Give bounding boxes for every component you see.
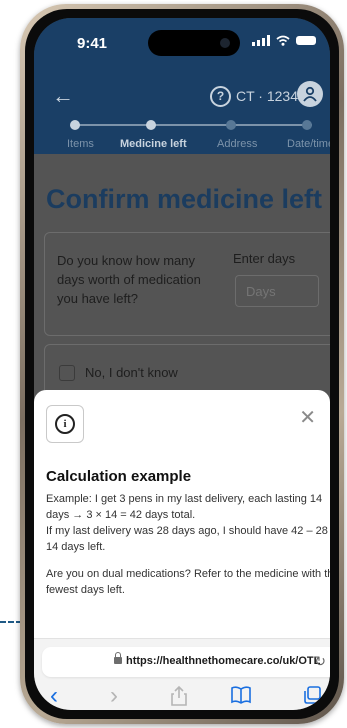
url-text: https://healthnethomecare.co/uk/OTL [126,655,321,667]
days-question: Do you know how many days worth of medic… [57,253,201,306]
days-question-card: Do you know how many days worth of medic… [44,232,330,336]
bottom-sheet: i ✕ Calculation example Example: I get 3… [34,390,330,640]
dont-know-label[interactable]: No, I don't know [85,365,178,380]
close-icon[interactable]: ✕ [299,408,316,428]
page-title: Confirm medicine left [46,184,323,214]
sheet-example-line-2: If my last delivery was 28 days ago, I s… [46,525,330,553]
user-icon [303,86,317,102]
avatar-button[interactable] [297,81,323,107]
status-time: 9:41 [77,35,108,52]
help-icon[interactable]: ? [210,86,231,107]
address-bar[interactable]: https://healthnethomecare.co/uk/OTL ↻ [42,647,330,677]
dynamic-island [148,30,240,56]
phone-bezel: 9:41 ← ? CT · 123456 Items Medicine left… [25,9,339,719]
step-dot-date-time [302,120,312,130]
sheet-dual-note: Are you on dual medications? Refer to th… [46,568,330,596]
tabs-icon[interactable] [302,685,322,705]
back-arrow-icon[interactable]: ← [52,85,74,107]
phone-screen: 9:41 ← ? CT · 123456 Items Medicine left… [34,18,330,710]
step-label-medicine-left: Medicine left [120,138,187,150]
app-header: 9:41 ← ? CT · 123456 Items Medicine left… [34,18,330,154]
battery-icon [296,36,316,45]
step-label-items: Items [67,138,94,150]
info-icon: i [55,414,75,434]
wifi-icon [276,35,290,46]
sheet-title: Calculation example [46,468,192,485]
step-dot-address [226,120,236,130]
stepper-track [72,124,312,126]
back-arrow-icon[interactable]: ‹ [50,684,58,708]
camera-icon [220,38,230,48]
phone-frame: 9:41 ← ? CT · 123456 Items Medicine left… [20,4,344,724]
sheet-body: Example: I get 3 pens in my last deliver… [46,491,330,598]
dont-know-checkbox[interactable] [59,365,75,381]
lock-icon [114,652,122,664]
info-icon-box: i [46,405,84,443]
bookmarks-icon[interactable] [230,685,252,705]
browser-nav-row: ‹ › [34,683,330,710]
forward-arrow-icon[interactable]: › [110,684,118,708]
step-dot-items [70,120,80,130]
step-label-address: Address [217,138,258,150]
status-icons [252,35,316,46]
step-dot-medicine-left [146,120,156,130]
sheet-example-line-1: Example: I get 3 pens in my last deliver… [46,493,323,521]
share-icon[interactable] [170,685,188,707]
days-input-label: Enter days [233,251,296,266]
days-input[interactable] [235,275,319,307]
browser-toolbar: https://healthnethomecare.co/uk/OTL ↻ ‹ … [34,638,330,710]
reload-icon[interactable]: ↻ [314,653,326,670]
step-label-date-time: Date/time [287,138,330,150]
signal-icon [252,35,270,46]
